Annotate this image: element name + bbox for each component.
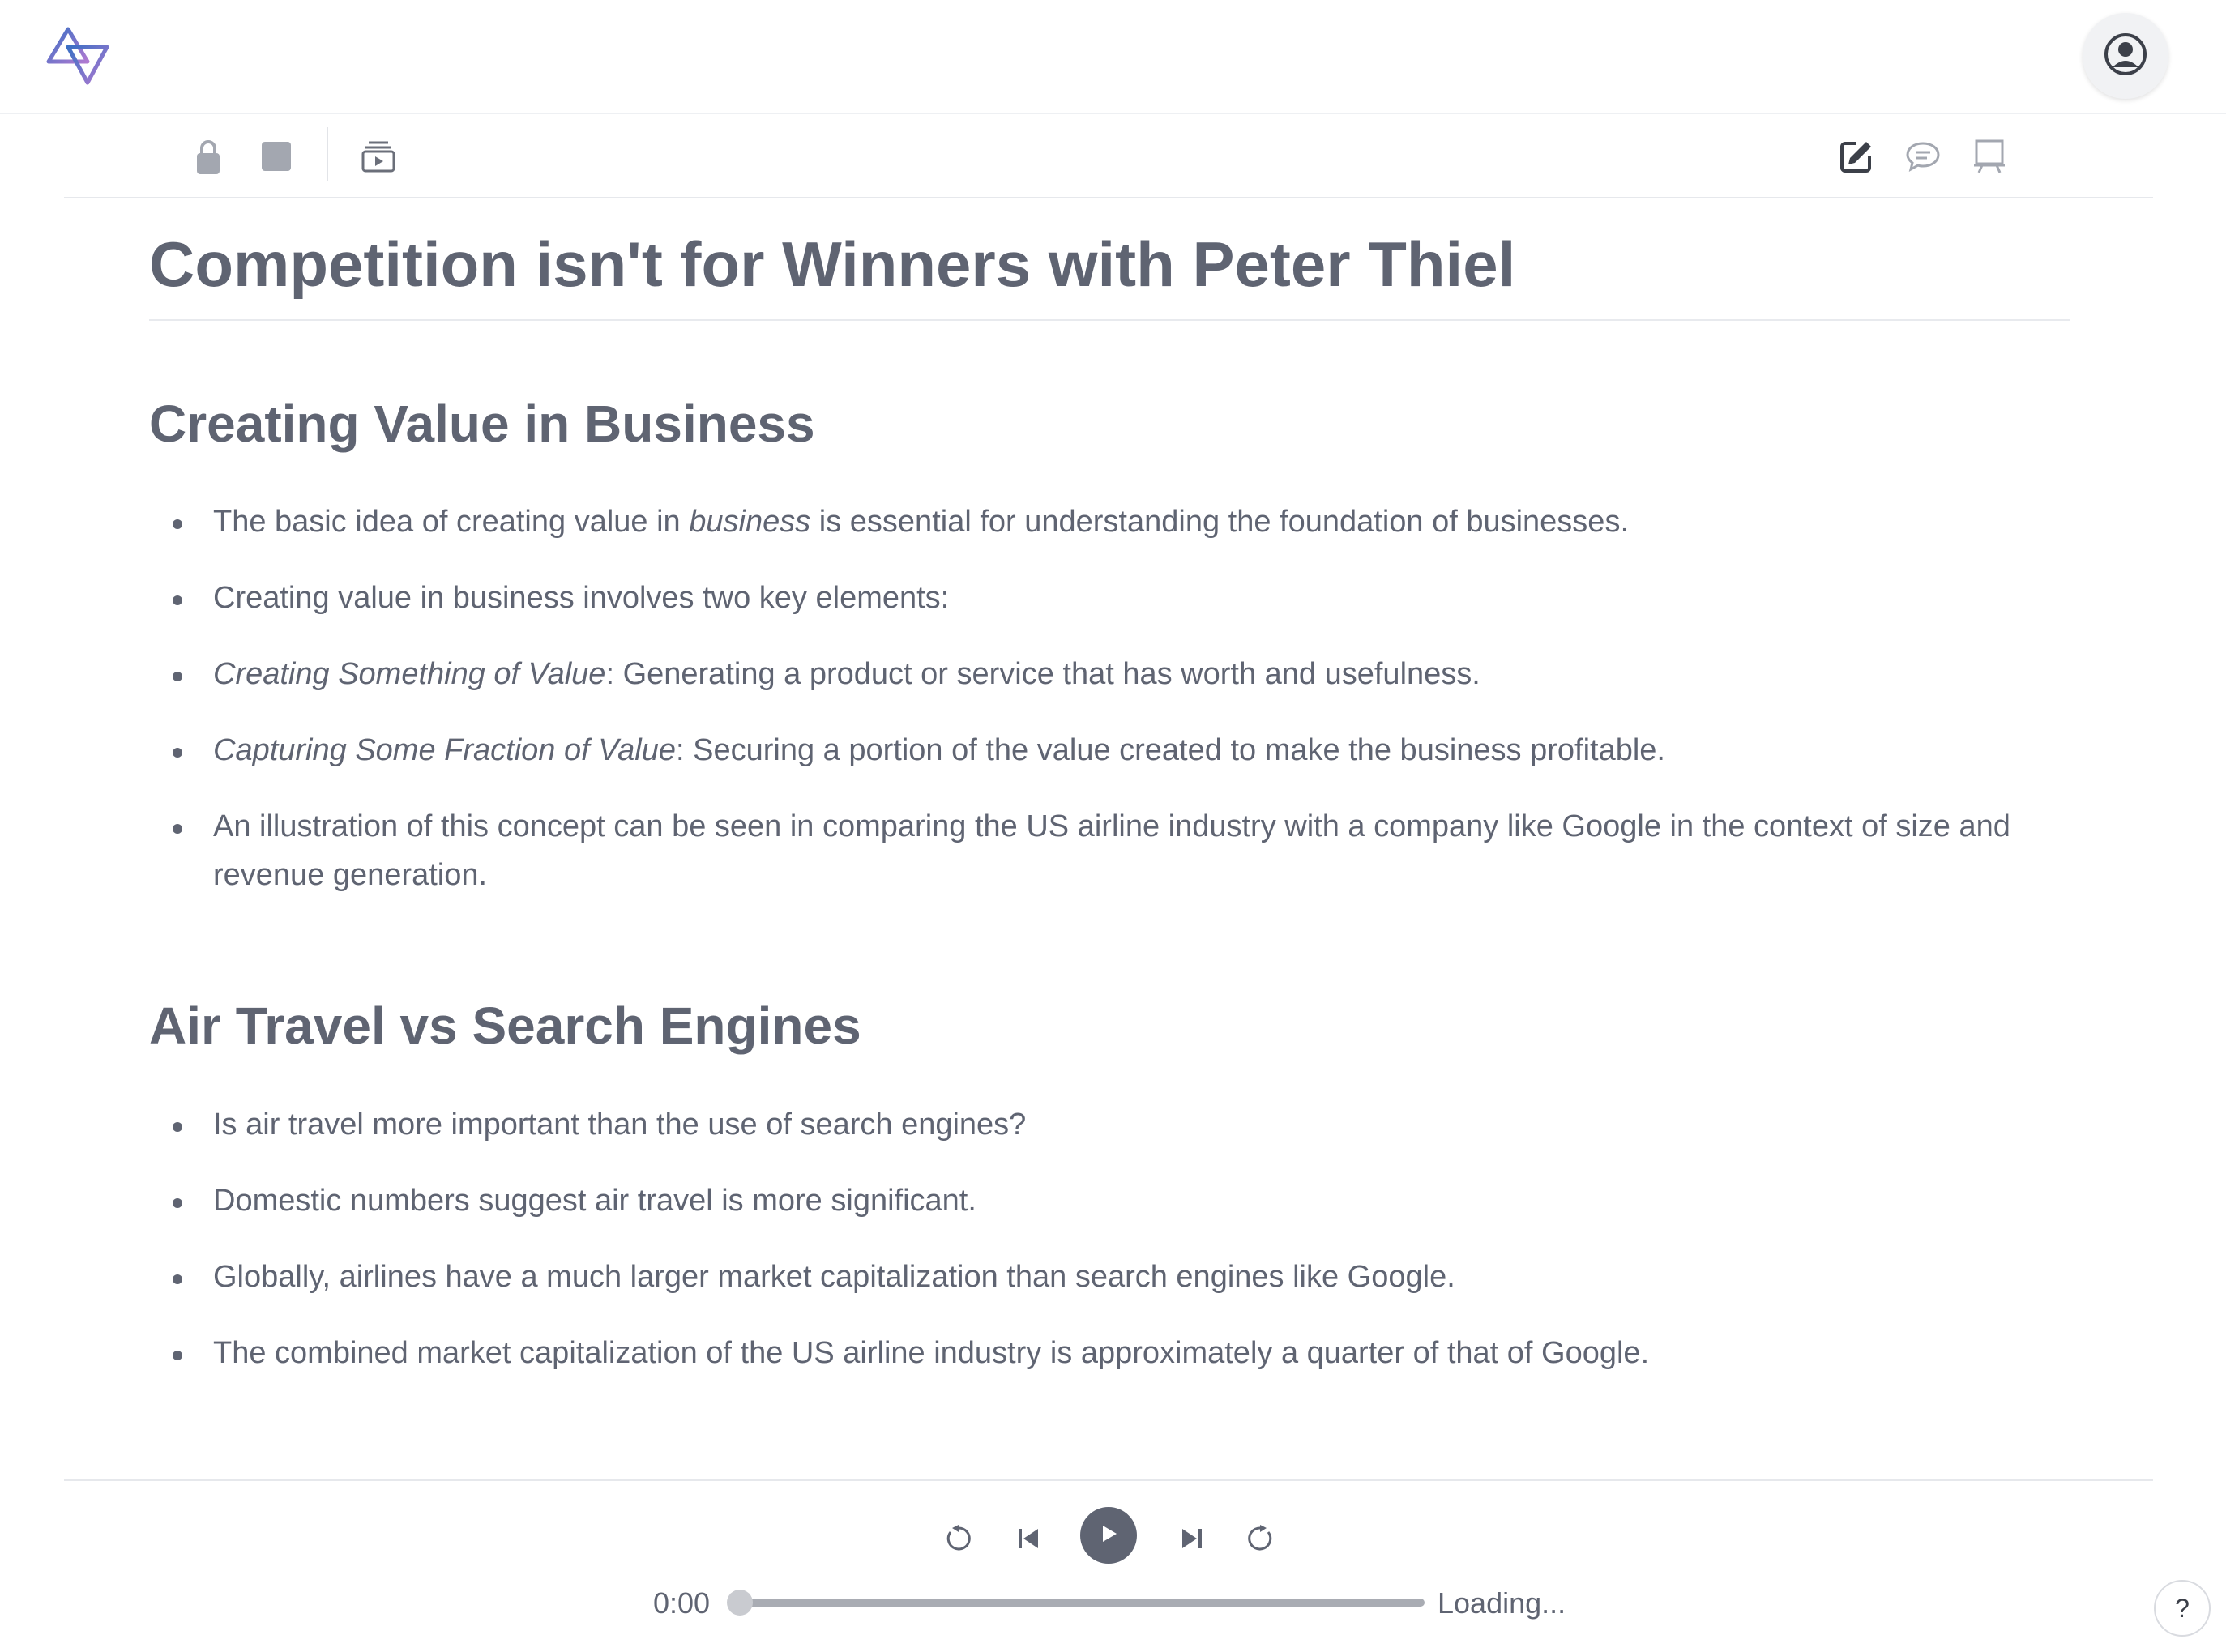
play-button[interactable] [1080,1507,1137,1564]
app-root: Competition isn't for Winners with Peter… [0,0,2226,1652]
list-item: Is air travel more important than the us… [149,1100,2062,1149]
skip-back-icon[interactable] [1010,1521,1046,1556]
square-icon[interactable] [255,135,297,177]
play-icon [1097,1522,1120,1549]
progress-track[interactable] [741,1599,1425,1607]
lock-icon[interactable] [187,135,229,177]
rewind-icon[interactable] [941,1521,976,1556]
toolbar-separator [327,127,328,181]
slideshow-icon[interactable] [357,135,399,177]
list-item: Creating value in business involves two … [149,574,2062,622]
bullet-list: The basic idea of creating value in busi… [149,497,2062,927]
list-item: Globally, airlines have a much larger ma… [149,1253,2062,1301]
list-item: The basic idea of creating value in busi… [149,497,2062,546]
status-text: Loading... [1438,1586,1566,1620]
bullet-list: Is air travel more important than the us… [149,1100,2062,1405]
progress-thumb[interactable] [727,1590,753,1616]
comment-icon[interactable] [1902,135,1944,177]
document-toolbar [64,116,2153,198]
presentation-board-icon[interactable] [1968,135,2010,177]
list-item: Capturing Some Fraction of Value: Securi… [149,726,2062,775]
profile-button[interactable] [2083,13,2168,99]
current-time: 0:00 [653,1586,711,1620]
user-circle-icon [2103,32,2148,81]
top-header [0,0,2226,114]
edit-icon[interactable] [1835,135,1878,177]
section-heading: Creating Value in Business [149,395,815,453]
list-item: Domestic numbers suggest air travel is m… [149,1176,2062,1225]
document-content: Competition isn't for Winners with Peter… [149,227,2070,1370]
triangles-logo-icon[interactable] [45,26,110,88]
skip-forward-icon[interactable] [1174,1521,1210,1556]
list-item: The combined market capitalization of th… [149,1329,2062,1377]
help-button[interactable]: ? [2154,1580,2211,1637]
fast-forward-icon[interactable] [1242,1521,1278,1556]
list-item: Creating Something of Value: Generating … [149,650,2062,698]
page-title: Competition isn't for Winners with Peter… [149,227,2070,321]
list-item: An illustration of this concept can be s… [149,802,2062,899]
player-divider [64,1479,2153,1481]
section-heading: Air Travel vs Search Engines [149,997,861,1055]
